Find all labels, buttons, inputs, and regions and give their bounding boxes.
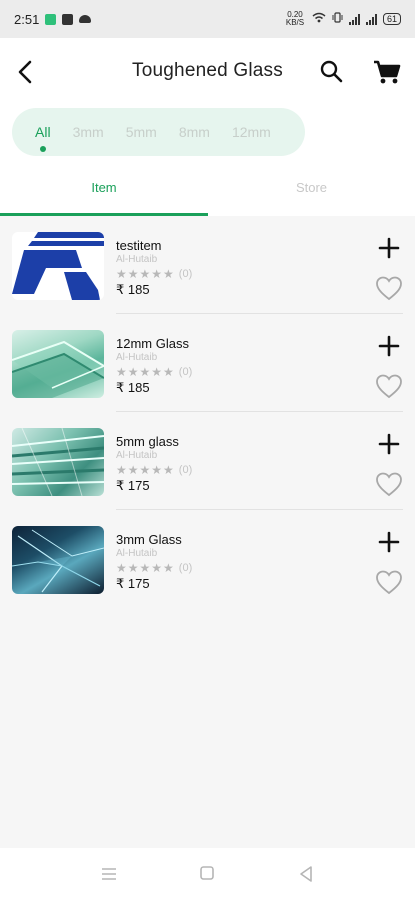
net-speed: 0.20 KB/S bbox=[285, 10, 305, 27]
system-back-button[interactable] bbox=[298, 865, 314, 883]
tab-store[interactable]: Store bbox=[208, 164, 415, 216]
add-to-cart-button[interactable] bbox=[375, 430, 403, 458]
favorite-button[interactable] bbox=[374, 470, 404, 498]
star-icon: ★★★★★ bbox=[116, 267, 175, 281]
filter-bar: All 3mm 5mm 8mm 12mm bbox=[0, 104, 415, 164]
product-rating: ★★★★★ (0) bbox=[116, 267, 192, 281]
list-item[interactable]: 12mm Glass Al-Hutaib ★★★★★ (0) ₹ 185 bbox=[0, 314, 415, 412]
battery-level: 61 bbox=[386, 14, 397, 24]
chip-12mm[interactable]: 12mm bbox=[232, 124, 271, 140]
thickness-filter-chips: All 3mm 5mm 8mm 12mm bbox=[12, 108, 305, 156]
rating-count: (0) bbox=[178, 268, 193, 280]
product-image bbox=[12, 428, 104, 496]
favorite-button[interactable] bbox=[374, 274, 404, 302]
product-rating: ★★★★★ (0) bbox=[116, 365, 192, 379]
tab-bar: Item Store bbox=[0, 164, 415, 216]
tab-label: Store bbox=[295, 180, 328, 195]
chip-label: 3mm bbox=[72, 124, 104, 140]
add-to-cart-button[interactable] bbox=[375, 234, 403, 262]
rating-count: (0) bbox=[178, 366, 193, 378]
tab-label: Item bbox=[91, 180, 117, 195]
heart-icon bbox=[376, 472, 402, 497]
tab-item[interactable]: Item bbox=[0, 164, 208, 216]
heart-icon bbox=[376, 374, 402, 399]
recent-apps-button[interactable] bbox=[100, 866, 118, 882]
product-image bbox=[12, 232, 104, 300]
page-title: Toughened Glass bbox=[132, 60, 283, 81]
signal-icon bbox=[348, 13, 360, 25]
list-item[interactable]: 3mm Glass Al-Hutaib ★★★★★ (0) ₹ 175 bbox=[0, 510, 415, 608]
favorite-button[interactable] bbox=[374, 372, 404, 400]
plus-icon bbox=[378, 433, 400, 455]
heart-icon bbox=[376, 276, 402, 301]
battery-icon: 61 bbox=[382, 13, 401, 25]
heart-icon bbox=[376, 570, 402, 595]
product-price: ₹ 175 bbox=[116, 576, 150, 591]
app-header: Toughened Glass bbox=[0, 38, 415, 104]
plus-icon bbox=[378, 531, 400, 553]
status-bar: 2:51 0.20 KB/S 61 bbox=[0, 0, 415, 38]
search-button[interactable] bbox=[316, 56, 348, 88]
chip-3mm[interactable]: 3mm bbox=[73, 124, 104, 140]
signal-icon bbox=[365, 13, 377, 25]
rating-count: (0) bbox=[178, 562, 193, 574]
product-image bbox=[12, 330, 104, 398]
chip-label: 8mm bbox=[178, 124, 210, 140]
cart-button[interactable] bbox=[370, 55, 404, 89]
notification-icon bbox=[62, 13, 74, 25]
menu-icon bbox=[102, 868, 116, 880]
chip-8mm[interactable]: 8mm bbox=[179, 124, 210, 140]
chip-label: 12mm bbox=[231, 124, 271, 140]
product-list: testitem Al-Hutaib ★★★★★ (0) ₹ 185 12mm … bbox=[0, 216, 415, 608]
triangle-back-icon bbox=[300, 866, 312, 882]
product-price: ₹ 185 bbox=[116, 380, 150, 395]
plus-icon bbox=[378, 237, 400, 259]
chip-5mm[interactable]: 5mm bbox=[126, 124, 157, 140]
chip-all[interactable]: All bbox=[35, 124, 51, 152]
list-item[interactable]: 5mm glass Al-Hutaib ★★★★★ (0) ₹ 175 bbox=[0, 412, 415, 510]
chip-label: 5mm bbox=[125, 124, 157, 140]
star-icon: ★★★★★ bbox=[116, 365, 175, 379]
rating-count: (0) bbox=[178, 464, 193, 476]
add-to-cart-button[interactable] bbox=[375, 332, 403, 360]
list-item[interactable]: testitem Al-Hutaib ★★★★★ (0) ₹ 185 bbox=[0, 216, 415, 314]
wifi-icon bbox=[312, 12, 326, 26]
home-button[interactable] bbox=[199, 865, 215, 881]
status-time: 2:51 bbox=[14, 11, 40, 27]
product-price: ₹ 185 bbox=[116, 282, 150, 297]
cart-icon bbox=[374, 60, 401, 84]
product-store: Al-Hutaib bbox=[116, 548, 158, 559]
product-name: 3mm Glass bbox=[116, 532, 182, 547]
selected-dot-indicator bbox=[39, 146, 46, 152]
notification-icon bbox=[45, 13, 57, 25]
chip-label: All bbox=[35, 124, 51, 140]
system-nav-bar bbox=[0, 848, 415, 900]
product-rating: ★★★★★ (0) bbox=[116, 561, 192, 575]
product-name: testitem bbox=[116, 238, 162, 253]
star-icon: ★★★★★ bbox=[116, 561, 175, 575]
star-icon: ★★★★★ bbox=[116, 463, 175, 477]
product-image bbox=[12, 526, 104, 594]
product-name: 12mm Glass bbox=[116, 336, 189, 351]
product-name: 5mm glass bbox=[116, 434, 179, 449]
product-store: Al-Hutaib bbox=[116, 450, 158, 461]
product-rating: ★★★★★ (0) bbox=[116, 463, 192, 477]
product-price: ₹ 175 bbox=[116, 478, 150, 493]
favorite-button[interactable] bbox=[374, 568, 404, 596]
search-icon bbox=[320, 60, 343, 83]
product-store: Al-Hutaib bbox=[116, 352, 158, 363]
square-icon bbox=[200, 866, 214, 880]
plus-icon bbox=[378, 335, 400, 357]
cloud-icon bbox=[79, 15, 92, 23]
add-to-cart-button[interactable] bbox=[375, 528, 403, 556]
vibrate-icon bbox=[332, 12, 343, 26]
product-store: Al-Hutaib bbox=[116, 254, 158, 265]
